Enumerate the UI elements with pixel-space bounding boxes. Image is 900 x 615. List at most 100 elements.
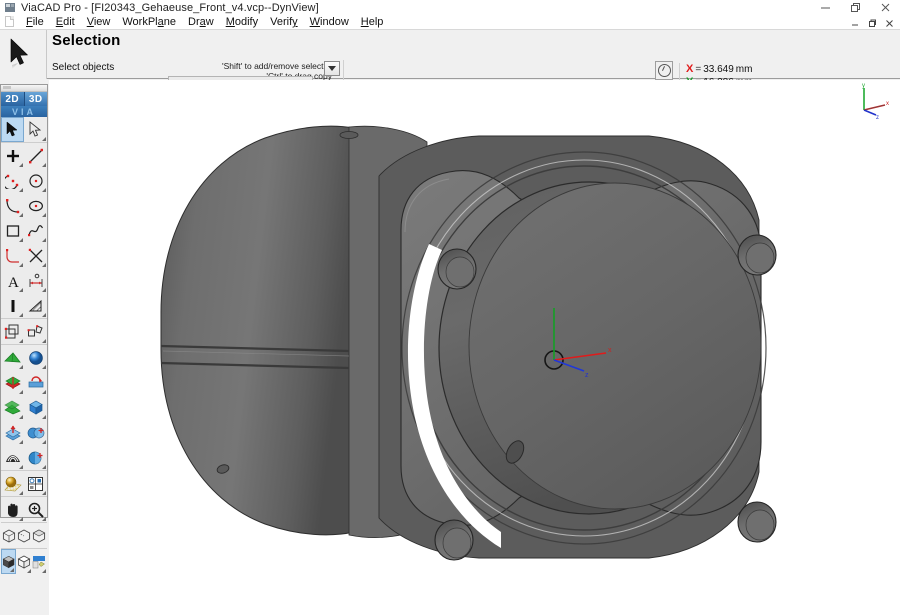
panel-dropdown-button[interactable] bbox=[324, 61, 340, 76]
spline-tool[interactable] bbox=[24, 218, 47, 243]
svg-text:z: z bbox=[585, 372, 589, 379]
extrude-tool[interactable] bbox=[1, 370, 24, 395]
pan-tool[interactable] bbox=[1, 497, 24, 522]
tool-group-view bbox=[1, 497, 47, 523]
svg-text:x: x bbox=[608, 347, 612, 354]
menu-item-help[interactable]: Help bbox=[355, 15, 390, 29]
mesh-tool[interactable] bbox=[1, 345, 24, 370]
tool-group-selection bbox=[1, 117, 47, 143]
window-controls bbox=[810, 0, 900, 15]
tool-group-render bbox=[1, 471, 47, 497]
coord-unit-x: mm bbox=[734, 64, 753, 75]
hatch-tool[interactable] bbox=[24, 293, 47, 318]
tab-3d[interactable]: 3D bbox=[25, 92, 48, 106]
snap-toggle-button[interactable] bbox=[655, 61, 673, 80]
shell-tool[interactable] bbox=[1, 420, 24, 445]
coord-value-x: 33.649 bbox=[703, 64, 734, 75]
barrel-top-hole bbox=[340, 132, 358, 139]
view-persp-tool[interactable] bbox=[32, 523, 47, 548]
bolt-hole-bottom-left bbox=[435, 520, 473, 560]
curve-tool[interactable] bbox=[1, 193, 24, 218]
minimize-button[interactable] bbox=[810, 0, 840, 15]
tool-palette: 2D 3D VIA bbox=[0, 84, 48, 518]
point-tool[interactable] bbox=[1, 143, 24, 168]
menu-item-edit[interactable]: Edit bbox=[50, 15, 81, 29]
flyout-indicator-icon bbox=[42, 137, 46, 141]
view-hidden-tool[interactable] bbox=[16, 523, 31, 548]
view-render-tool[interactable] bbox=[32, 549, 47, 574]
svg-text:A: A bbox=[8, 275, 19, 289]
palette-tabs: 2D 3D bbox=[1, 92, 47, 106]
text-tool[interactable]: A bbox=[1, 268, 24, 293]
viacad-application-window: ViaCAD Pro - [FI20343_Gehaeuse_Front_v4.… bbox=[0, 0, 900, 615]
window-title: ViaCAD Pro - [FI20343_Gehaeuse_Front_v4.… bbox=[21, 2, 319, 14]
ellipse-tool[interactable] bbox=[24, 193, 47, 218]
coord-equals-x: = bbox=[693, 64, 703, 75]
menu-item-modify[interactable]: Modify bbox=[220, 15, 264, 29]
menu-item-verify[interactable]: Verify bbox=[264, 15, 304, 29]
housing-barrel bbox=[161, 126, 354, 535]
axis-triad: y x z bbox=[840, 80, 892, 120]
menu-item-view[interactable]: View bbox=[81, 15, 117, 29]
menu-item-file[interactable]: File bbox=[20, 15, 50, 29]
tool-group-solids bbox=[1, 345, 47, 471]
svg-text:z: z bbox=[876, 115, 879, 120]
bolt-hole-bottom-right bbox=[738, 502, 776, 542]
layout-tool[interactable] bbox=[24, 471, 47, 496]
palette-brand-band: VIA bbox=[1, 106, 47, 117]
select-outline-tool[interactable] bbox=[24, 117, 47, 142]
split-tool[interactable] bbox=[24, 445, 47, 470]
view-smooth-tool[interactable] bbox=[16, 549, 31, 574]
dimension-tool[interactable] bbox=[24, 268, 47, 293]
bolt-hole-top-left bbox=[438, 249, 476, 289]
circle-tool[interactable] bbox=[24, 168, 47, 193]
menu-item-draw[interactable]: Draw bbox=[182, 15, 220, 29]
panel-subtitle: Select objects bbox=[52, 62, 114, 73]
tool-group-display-bottom bbox=[1, 549, 47, 574]
move-copy-tool[interactable] bbox=[1, 319, 24, 344]
view-wire-tool[interactable] bbox=[1, 523, 16, 548]
tool-group-display-top bbox=[1, 523, 47, 549]
panel-title: Selection bbox=[52, 32, 121, 50]
palette-drag-bar[interactable] bbox=[1, 85, 47, 92]
title-bar: ViaCAD Pro - [FI20343_Gehaeuse_Front_v4.… bbox=[0, 0, 900, 15]
material-tool[interactable] bbox=[1, 471, 24, 496]
revolve-tool[interactable] bbox=[24, 370, 47, 395]
panel-hint-1: 'Shift' to add/remove selections bbox=[222, 61, 332, 71]
chevron-down-icon bbox=[328, 66, 336, 71]
document-icon bbox=[4, 16, 16, 28]
menu-item-workplane[interactable]: WorkPlane bbox=[116, 15, 182, 29]
message-panel: Selection Select objects 'Shift' to add/… bbox=[0, 29, 900, 79]
tab-2d[interactable]: 2D bbox=[1, 92, 25, 106]
trim-tool[interactable] bbox=[24, 243, 47, 268]
menu-item-window[interactable]: Window bbox=[304, 15, 355, 29]
view-shaded-tool[interactable] bbox=[1, 549, 16, 574]
close-button[interactable] bbox=[870, 0, 900, 15]
line-tool[interactable] bbox=[24, 143, 47, 168]
rectangle-tool[interactable] bbox=[1, 218, 24, 243]
menu-bar: File Edit View WorkPlane Draw Modify Ver… bbox=[0, 15, 900, 29]
sphere-tool[interactable] bbox=[24, 345, 47, 370]
zoom-tool[interactable] bbox=[24, 497, 47, 522]
snap-toggle-icon bbox=[658, 64, 671, 77]
panel-text-block: Selection Select objects bbox=[52, 32, 121, 50]
blend-tool[interactable] bbox=[1, 445, 24, 470]
wall-tool[interactable] bbox=[1, 293, 24, 318]
tool-group-primitives: A bbox=[1, 143, 47, 319]
drawing-canvas[interactable]: x z y x z bbox=[49, 80, 900, 615]
restore-button[interactable] bbox=[840, 0, 870, 15]
viacad-logo-icon bbox=[5, 2, 16, 13]
boolean-tool[interactable] bbox=[24, 420, 47, 445]
svg-text:x: x bbox=[886, 101, 889, 107]
array-tool[interactable] bbox=[24, 319, 47, 344]
bolt-hole-top-right bbox=[738, 235, 776, 275]
model-viewport: x z bbox=[49, 80, 900, 615]
select-arrow-tool[interactable] bbox=[1, 117, 24, 142]
arc-tool[interactable] bbox=[1, 168, 24, 193]
coordinate-row-x: X=33.649mm bbox=[686, 63, 752, 76]
tool-group-transform bbox=[1, 319, 47, 345]
cube-tool[interactable] bbox=[24, 395, 47, 420]
svg-text:y: y bbox=[862, 83, 865, 89]
loft-tool[interactable] bbox=[1, 395, 24, 420]
fillet-tool[interactable] bbox=[1, 243, 24, 268]
